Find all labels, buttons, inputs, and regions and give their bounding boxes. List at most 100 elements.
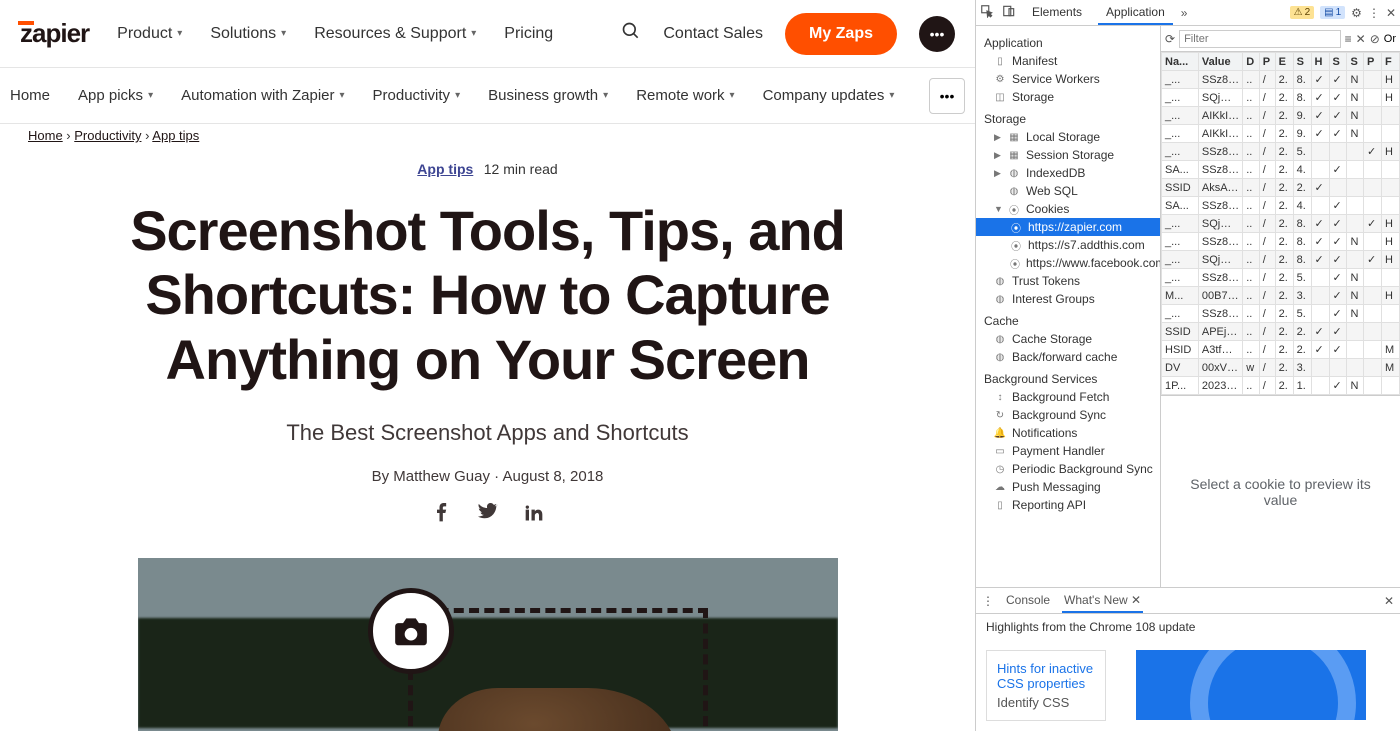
subnav-company[interactable]: Company updates▾	[763, 87, 895, 104]
subnav-automation[interactable]: Automation with Zapier▾	[181, 87, 344, 104]
device-toggle-icon[interactable]	[1002, 4, 1016, 21]
cookie-domain-facebook[interactable]: ⦿https://www.facebook.com	[976, 254, 1160, 272]
sidebar-item-bg-fetch[interactable]: ↕Background Fetch	[976, 388, 1160, 406]
cookie-row[interactable]: _...SSz8fU...../2.5.✓N	[1162, 305, 1400, 323]
report-icon: ▯	[994, 499, 1006, 511]
sidebar-item-notifications[interactable]: 🔔Notifications	[976, 424, 1160, 442]
sidebar-item-bf-cache[interactable]: ◍Back/forward cache	[976, 348, 1160, 366]
warning-badge[interactable]: ⚠2	[1290, 6, 1315, 19]
filter-settings-icon[interactable]: ≡	[1345, 32, 1352, 46]
page-title: Screenshot Tools, Tips, and Shortcuts: H…	[128, 199, 848, 392]
sidebar-item-local-storage[interactable]: ▶▦Local Storage	[976, 128, 1160, 146]
kebab-icon[interactable]: ⋮	[1368, 6, 1380, 20]
more-tabs-icon[interactable]: »	[1181, 6, 1188, 20]
cookie-row[interactable]: _...SSz8fU...../2.5.✓N	[1162, 269, 1400, 287]
block-icon[interactable]: ⊘	[1370, 32, 1380, 46]
sidebar-item-payment[interactable]: ▭Payment Handler	[976, 442, 1160, 460]
cookie-domain-addthis[interactable]: ⦿https://s7.addthis.com	[976, 236, 1160, 254]
clear-icon[interactable]: ✕	[1356, 32, 1366, 46]
card-icon: ▭	[994, 445, 1006, 457]
sidebar-item-service-workers[interactable]: ⚙Service Workers	[976, 70, 1160, 88]
subnav-remote[interactable]: Remote work▾	[636, 87, 734, 104]
sidebar-item-trust-tokens[interactable]: ◍Trust Tokens	[976, 272, 1160, 290]
cookie-row[interactable]: SA...SSz8fU...../2.4.✓	[1162, 161, 1400, 179]
chevron-down-icon: ▾	[177, 28, 182, 39]
sync-icon: ↻	[994, 409, 1006, 421]
filter-input[interactable]	[1179, 30, 1341, 48]
sidebar-item-indexeddb[interactable]: ▶◍IndexedDB	[976, 164, 1160, 182]
database-icon: ◍	[994, 351, 1006, 363]
bell-icon: 🔔	[994, 427, 1006, 439]
tab-application[interactable]: Application	[1098, 1, 1173, 25]
sidebar-item-manifest[interactable]: ▯Manifest	[976, 52, 1160, 70]
sidebar-item-push[interactable]: ☁Push Messaging	[976, 478, 1160, 496]
cookie-row[interactable]: _...SSz8fU...../2.5.✓H	[1162, 143, 1400, 161]
cookie-row[interactable]: _...SQjWfb...../2.8.✓✓✓H	[1162, 215, 1400, 233]
sidebar-item-session-storage[interactable]: ▶▦Session Storage	[976, 146, 1160, 164]
cookie-row[interactable]: HSIDA3tfCr9j...../2.2.✓✓M	[1162, 341, 1400, 359]
sidebar-item-reporting[interactable]: ▯Reporting API	[976, 496, 1160, 514]
drawer-tab-whatsnew[interactable]: What's New ✕	[1062, 589, 1143, 613]
sidebar-item-cookies[interactable]: ▼⦿Cookies	[976, 200, 1160, 218]
sidebar-item-interest-groups[interactable]: ◍Interest Groups	[976, 290, 1160, 308]
breadcrumb: Home › Productivity › App tips	[0, 124, 975, 151]
nav-pricing[interactable]: Pricing	[504, 25, 553, 43]
sidebar-section-bg-services: Background Services	[976, 366, 1160, 388]
subnav-business[interactable]: Business growth▾	[488, 87, 608, 104]
nav-product[interactable]: Product▾	[117, 25, 182, 43]
settings-icon[interactable]: ⚙	[1351, 6, 1362, 20]
inspect-icon[interactable]	[980, 4, 994, 21]
drawer-tab-console[interactable]: Console	[1004, 589, 1052, 613]
contact-sales-link[interactable]: Contact Sales	[663, 25, 763, 43]
crumb-app-tips[interactable]: App tips	[152, 128, 199, 143]
subnav-productivity[interactable]: Productivity▾	[373, 87, 461, 104]
close-icon[interactable]: ✕	[1384, 594, 1394, 608]
sidebar-item-cache-storage[interactable]: ◍Cache Storage	[976, 330, 1160, 348]
kebab-icon[interactable]: ⋮	[982, 594, 994, 608]
crumb-home[interactable]: Home	[28, 128, 63, 143]
sidebar-item-websql[interactable]: ◍Web SQL	[976, 182, 1160, 200]
webpage: zapier Product▾ Solutions▾ Resources & S…	[0, 0, 975, 731]
cookie-row[interactable]: _...SQjWfb...../2.8.✓✓NH	[1162, 89, 1400, 107]
twitter-icon[interactable]	[478, 503, 498, 528]
cookie-row[interactable]: _...SSz8fU...../2.8.✓✓NH	[1162, 71, 1400, 89]
cookie-row[interactable]: _...SSz8fU...../2.8.✓✓NH	[1162, 233, 1400, 251]
crumb-productivity[interactable]: Productivity	[74, 128, 141, 143]
cookie-row[interactable]: DV00xVb7...w/2.3.M	[1162, 359, 1400, 377]
cookie-domain-zapier[interactable]: ⦿https://zapier.com	[976, 218, 1160, 236]
subnav-home[interactable]: Home	[10, 87, 50, 104]
close-icon[interactable]: ✕	[1386, 6, 1396, 20]
sidebar-item-storage[interactable]: ◫Storage	[976, 88, 1160, 106]
article-content[interactable]: Home › Productivity › App tips App tips …	[0, 124, 975, 731]
linkedin-icon[interactable]	[524, 503, 544, 528]
nav-resources[interactable]: Resources & Support▾	[314, 25, 476, 43]
tab-elements[interactable]: Elements	[1024, 1, 1090, 25]
facebook-icon[interactable]	[432, 503, 452, 528]
close-icon[interactable]: ✕	[1131, 593, 1141, 607]
cookie-row[interactable]: SA...SSz8fU...../2.4.✓	[1162, 197, 1400, 215]
hint-link[interactable]: Hints for inactive CSS properties	[997, 661, 1095, 691]
cookie-row[interactable]: SSIDAPEjDT...../2.2.✓✓	[1162, 323, 1400, 341]
logo[interactable]: zapier	[20, 18, 89, 49]
whatsnew-card[interactable]: Hints for inactive CSS properties Identi…	[986, 650, 1106, 721]
cookie-icon: ⦿	[1010, 257, 1020, 269]
subnav-more-button[interactable]: •••	[929, 78, 965, 114]
cookie-row[interactable]: M...00B7FE...../2.3.✓NH	[1162, 287, 1400, 305]
cookie-row[interactable]: _...SQjWfb...../2.8.✓✓✓H	[1162, 251, 1400, 269]
refresh-icon[interactable]: ⟳	[1165, 32, 1175, 46]
cookie-table[interactable]: Na...ValueDPESHSSPF_...SSz8fU...../2.8.✓…	[1161, 52, 1400, 395]
subnav-app-picks[interactable]: App picks▾	[78, 87, 153, 104]
devtools-sidebar[interactable]: Application ▯Manifest ⚙Service Workers ◫…	[976, 26, 1161, 587]
info-badge[interactable]: ▤1	[1320, 6, 1345, 19]
cookie-row[interactable]: SSIDAksAw...../2.2.✓	[1162, 179, 1400, 197]
my-zaps-button[interactable]: My Zaps	[785, 13, 897, 55]
sidebar-item-periodic-sync[interactable]: ◷Periodic Background Sync	[976, 460, 1160, 478]
cookie-row[interactable]: _...AIKkIs3...../2.9.✓✓N	[1162, 107, 1400, 125]
search-icon[interactable]	[621, 21, 641, 46]
cookie-row[interactable]: _...AIKkIs2...../2.9.✓✓N	[1162, 125, 1400, 143]
sidebar-item-bg-sync[interactable]: ↻Background Sync	[976, 406, 1160, 424]
nav-solutions[interactable]: Solutions▾	[210, 25, 286, 43]
more-menu-button[interactable]: •••	[919, 16, 955, 52]
cookie-row[interactable]: 1P...2023-0...../2.1.✓N	[1162, 377, 1400, 395]
category-link[interactable]: App tips	[417, 161, 473, 177]
